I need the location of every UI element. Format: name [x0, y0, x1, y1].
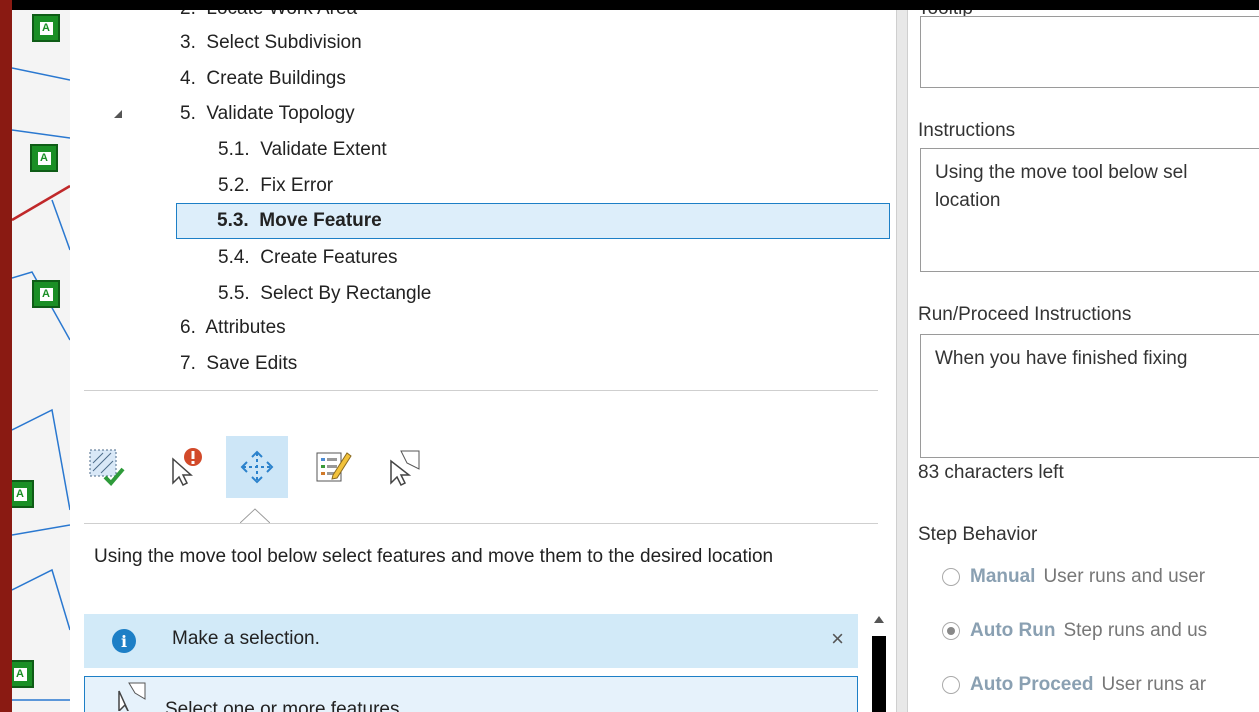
step-properties-pane: Tooltip Instructions Using the move tool…	[908, 10, 1259, 712]
tree-item-step-5[interactable]: 5. Validate Topology	[70, 101, 896, 127]
select-features-icon	[390, 450, 420, 487]
scroll-up-icon[interactable]	[874, 616, 884, 623]
tooltip-field[interactable]	[920, 16, 1259, 88]
tree-item-step-7[interactable]: 7. Save Edits	[70, 351, 896, 377]
run-instructions-label: Run/Proceed Instructions	[918, 304, 1132, 325]
map-edge	[0, 0, 12, 712]
step-tree: 2. Locate Work Area 3. Select Subdivisio…	[70, 10, 896, 390]
step-behavior-label: Step Behavior	[918, 524, 1038, 545]
run-instructions-field[interactable]: When you have finished fixing	[920, 334, 1259, 458]
active-tool-caret-icon	[240, 508, 270, 524]
edit-attributes-icon	[316, 452, 352, 482]
map-marker-icon[interactable]: A	[32, 14, 60, 42]
close-icon[interactable]: ×	[831, 626, 844, 652]
expand-arrow-icon[interactable]	[114, 110, 122, 118]
tree-item-step-5-2[interactable]: 5.2. Fix Error	[70, 173, 896, 199]
select-error-tool-button[interactable]	[154, 436, 216, 498]
radio-button[interactable]	[942, 568, 960, 586]
characters-left-text: 83 characters left	[918, 462, 1064, 483]
scroll-thumb[interactable]	[872, 636, 886, 712]
pane-splitter[interactable]	[896, 10, 908, 712]
tree-item-step-2[interactable]: 2. Locate Work Area	[70, 10, 896, 22]
tree-item-step-5-5[interactable]: 5.5. Select By Rectangle	[70, 281, 896, 307]
divider	[84, 523, 878, 524]
edit-attributes-tool-button[interactable]	[302, 436, 364, 498]
selection-list-item[interactable]: Select one or more features	[84, 676, 858, 712]
selection-prompt: Select one or more features	[165, 699, 400, 712]
behavior-auto-run-radio[interactable]: Auto Run Step runs and us	[942, 620, 1207, 642]
select-error-icon	[172, 448, 202, 487]
validate-icon	[89, 449, 125, 486]
message-text: Make a selection.	[172, 628, 320, 649]
map-marker-icon[interactable]: A	[12, 660, 34, 688]
map-marker-icon[interactable]: A	[32, 280, 60, 308]
select-features-tool-button[interactable]	[374, 436, 436, 498]
scrollbar[interactable]	[870, 614, 888, 712]
info-icon: i	[112, 629, 136, 653]
tree-item-step-4[interactable]: 4. Create Buildings	[70, 66, 896, 92]
tool-description: Using the move tool below select feature…	[94, 546, 774, 567]
tree-item-step-5-3[interactable]: 5.3. Move Feature	[176, 203, 890, 239]
map-marker-icon[interactable]: A	[12, 480, 34, 508]
move-icon	[240, 450, 274, 484]
instructions-field[interactable]: Using the move tool below sel location	[920, 148, 1259, 272]
divider	[84, 390, 878, 391]
select-features-icon	[118, 682, 146, 711]
validate-tool-button[interactable]	[76, 436, 138, 498]
map-lines	[12, 67, 70, 701]
map-view[interactable]: A A A A A	[12, 10, 70, 712]
tree-item-step-6[interactable]: 6. Attributes	[70, 315, 896, 341]
behavior-manual-radio[interactable]: Manual User runs and user	[942, 566, 1205, 588]
task-steps-pane: 2. Locate Work Area 3. Select Subdivisio…	[70, 10, 896, 712]
message-bar: i Make a selection. ×	[84, 614, 858, 668]
move-tool-button[interactable]	[226, 436, 288, 498]
tree-item-step-3[interactable]: 3. Select Subdivision	[70, 30, 896, 56]
tree-item-step-5-1[interactable]: 5.1. Validate Extent	[70, 137, 896, 163]
radio-button[interactable]	[942, 622, 960, 640]
step-tool-strip	[70, 436, 896, 502]
radio-button[interactable]	[942, 676, 960, 694]
tree-item-step-5-4[interactable]: 5.4. Create Features	[70, 245, 896, 271]
map-marker-icon[interactable]: A	[30, 144, 58, 172]
instructions-label: Instructions	[918, 120, 1016, 141]
behavior-auto-proceed-radio[interactable]: Auto Proceed User runs ar	[942, 674, 1206, 696]
